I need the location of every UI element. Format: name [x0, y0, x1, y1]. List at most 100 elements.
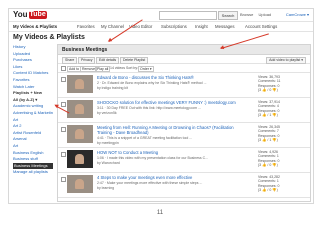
- nav-subscriptions[interactable]: Subscriptions: [161, 24, 187, 29]
- youtube-logo[interactable]: You Tube: [13, 10, 47, 19]
- browse-link[interactable]: Browse: [240, 12, 253, 17]
- video-stats: Views: 37,914 Comments: 4 Responses: 0 (…: [258, 100, 308, 118]
- nav-my-channel[interactable]: My Channel: [101, 24, 124, 29]
- video-row[interactable]: HOW NOT to Conduct a Meeting 1:06 · I ma…: [58, 148, 310, 173]
- nav-favorites[interactable]: Favorites: [77, 24, 95, 29]
- sidebar-playlist-item[interactable]: Art: [13, 143, 53, 150]
- playlist-header: Business Meetings: [58, 45, 310, 55]
- video-uploader[interactable]: by Warorchard: [97, 161, 247, 165]
- page-title: My Videos & Playlists: [13, 34, 85, 41]
- sidebar-playlists-header[interactable]: Playlists + New: [13, 90, 53, 97]
- nav-insight[interactable]: Insight: [195, 24, 208, 29]
- privacy-button[interactable]: Privacy: [78, 56, 96, 64]
- video-description: 3:11 · 30 Day FREE Out with this link: h…: [97, 106, 201, 110]
- delete-playlist-button[interactable]: Delete Playlist: [120, 56, 149, 64]
- sidebar-item-content-id[interactable]: Content ID Matches: [13, 70, 53, 77]
- share-button[interactable]: Share: [62, 56, 78, 64]
- person-figure: [75, 154, 84, 164]
- video-description: 2 · Dr. Edward de Bono explains why he S…: [97, 81, 207, 85]
- sidebar: History Uploaded Purchases Likes Content…: [13, 44, 53, 176]
- video-likes: (3 👍 / 0 👎): [258, 88, 278, 93]
- sidebar-playlist-item[interactable]: Arsenal: [13, 136, 53, 143]
- upload-link[interactable]: Upload: [258, 12, 271, 17]
- video-checkbox[interactable]: [61, 152, 66, 157]
- sidebar-playlist-item[interactable]: Business stuff: [13, 156, 53, 163]
- sidebar-playlist-item[interactable]: Artist Rosenfeld: [13, 130, 53, 137]
- video-count: 14 videos: [110, 66, 125, 70]
- sidebar-playlist-item[interactable]: Advertising & Marketing: [13, 110, 53, 117]
- sidebar-item-likes[interactable]: Likes: [13, 64, 53, 71]
- sidebar-item-purchases[interactable]: Purchases: [13, 57, 53, 64]
- sidebar-item-uploaded[interactable]: Uploaded: [13, 51, 53, 58]
- video-stats: Views: 43,282 Comments: 1 Responses: 0 (…: [258, 175, 308, 193]
- person-figure: [75, 179, 84, 189]
- video-row[interactable]: Edward de Bono - discusses the Six Think…: [58, 73, 310, 98]
- person-figure: [75, 79, 84, 89]
- sidebar-playlist-item[interactable]: Business English: [13, 150, 53, 157]
- sidebar-item-history[interactable]: History: [13, 44, 53, 51]
- add-to-button[interactable]: Add to: [67, 65, 82, 72]
- play-all-button[interactable]: Play all: [95, 65, 111, 72]
- person-figure: [75, 129, 84, 139]
- account-nav: My Videos & Playlists Favorites My Chann…: [9, 22, 313, 32]
- video-checkbox[interactable]: [61, 127, 66, 132]
- sidebar-playlist-item[interactable]: Art: [13, 117, 53, 124]
- video-description: 4:41 · This is a snippet of a GREAT meet…: [97, 136, 193, 140]
- video-checkbox[interactable]: [61, 77, 66, 82]
- playlist-panel: Business Meetings Share Privacy Edit det…: [57, 44, 311, 202]
- video-checkbox[interactable]: [61, 177, 66, 182]
- video-uploader[interactable]: by verizon5k: [97, 111, 247, 115]
- sidebar-item-watch-later[interactable]: Watch Later: [13, 84, 53, 91]
- sidebar-item-favorites[interactable]: Favorites: [13, 77, 53, 84]
- video-title[interactable]: Edward de Bono - discusses the Six Think…: [97, 75, 247, 80]
- video-title[interactable]: HOW NOT to Conduct a Meeting: [97, 150, 247, 155]
- video-row[interactable]: 4 Steps to make your meetings even more …: [58, 173, 310, 198]
- video-description: 2:47 · Make your meetings more effective…: [97, 181, 203, 185]
- video-thumbnail[interactable]: [67, 75, 93, 93]
- screenshot-frame: You Tube Search Browse Upload CamCrowe ▾…: [8, 8, 314, 204]
- playlist-title: Business Meetings: [62, 47, 108, 53]
- search-input[interactable]: [159, 11, 217, 20]
- slide-page-number: 11: [156, 210, 164, 216]
- person-figure: [75, 104, 84, 114]
- video-title[interactable]: SHOOCKO solution for effective meetings …: [97, 100, 247, 105]
- video-row[interactable]: Meeting from Hell: Running A Meeting or …: [58, 123, 310, 148]
- video-likes: (3 👍 / 0 👎): [258, 188, 278, 193]
- video-thumbnail[interactable]: [67, 150, 93, 168]
- video-checkbox[interactable]: [61, 102, 66, 107]
- logo-you: You: [13, 10, 28, 19]
- sidebar-playlist-item[interactable]: Academic writing: [13, 103, 53, 110]
- video-likes: (3 👍 / 1 👎): [258, 138, 278, 143]
- logo-tube: Tube: [28, 10, 47, 19]
- select-all-checkbox[interactable]: [61, 66, 66, 71]
- nav-account-settings[interactable]: Account Settings: [245, 24, 277, 29]
- sidebar-playlist-selected[interactable]: Business Meetings: [13, 162, 53, 170]
- sidebar-playlist-item[interactable]: Art 2: [13, 123, 53, 130]
- playlist-toolbar: Share Privacy Edit details Delete Playli…: [58, 55, 310, 64]
- video-description: 1:06 · I made this video with my present…: [97, 156, 209, 160]
- video-title[interactable]: Meeting from Hell: Running A Meeting or …: [97, 125, 247, 135]
- sort-label: Sort by:: [126, 66, 139, 70]
- video-stats: Views: 36,793 Comments: 11 Responses: 0 …: [258, 75, 308, 93]
- video-thumbnail[interactable]: [67, 125, 93, 143]
- sidebar-manage-playlists[interactable]: Manage all playlists: [13, 169, 53, 176]
- video-title[interactable]: 4 Steps to make your meetings even more …: [97, 175, 247, 180]
- video-uploader[interactable]: by learning: [97, 186, 247, 190]
- sidebar-sort-dropdown[interactable]: All (by A-Z) ▾: [13, 97, 53, 104]
- sort-dropdown[interactable]: Order ▾: [138, 65, 154, 72]
- video-likes: (3 👍 / 0 👎): [258, 163, 278, 168]
- video-uploader[interactable]: by indigo training kit: [97, 86, 247, 90]
- playlist-filter-bar: Add to Remove Play all 14 videos Sort by…: [58, 64, 310, 73]
- video-uploader[interactable]: by meetingpin: [97, 141, 247, 145]
- nav-messages[interactable]: Messages: [215, 24, 235, 29]
- edit-details-button[interactable]: Edit details: [96, 56, 120, 64]
- user-menu[interactable]: CamCrowe ▾: [286, 12, 309, 17]
- nav-my-videos[interactable]: My Videos & Playlists: [13, 24, 57, 29]
- video-thumbnail[interactable]: [67, 100, 93, 118]
- video-row[interactable]: SHOOCKO solution for effective meetings …: [58, 98, 310, 123]
- video-likes: (3 👍 / 1 👎): [258, 113, 278, 118]
- video-thumbnail[interactable]: [67, 175, 93, 193]
- add-video-button[interactable]: Add video to playlist ▾: [266, 56, 306, 64]
- top-bar: You Tube Search Browse Upload CamCrowe ▾: [9, 9, 313, 22]
- search-button[interactable]: Search: [218, 11, 238, 20]
